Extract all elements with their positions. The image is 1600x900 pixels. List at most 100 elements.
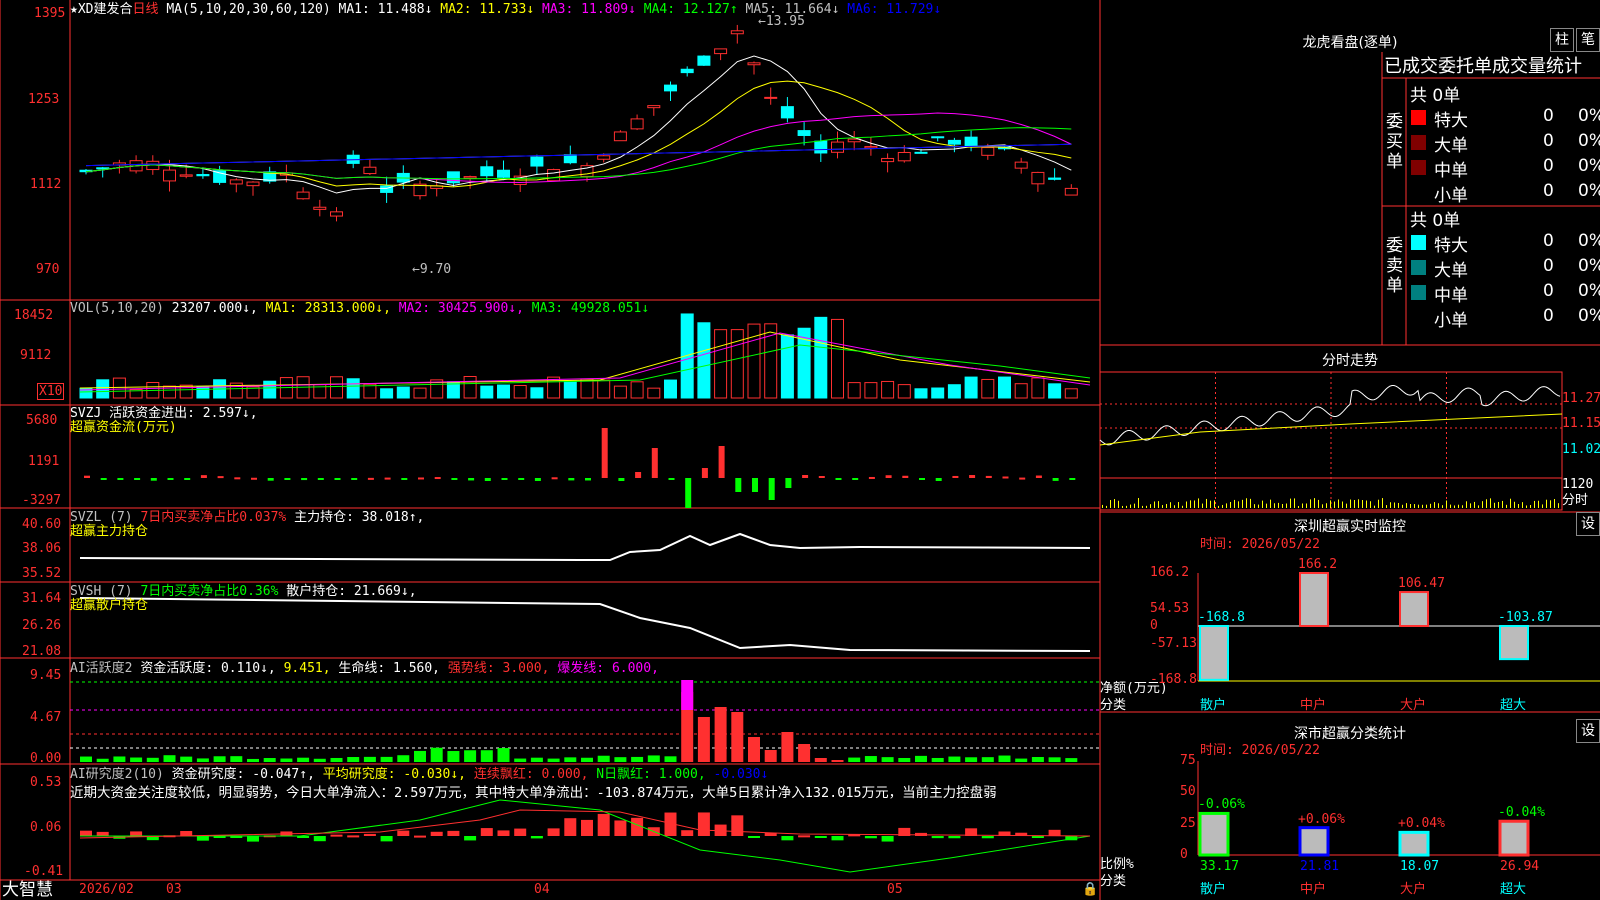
svzj-bar-14 (317, 478, 324, 480)
monitor-value-0: -168.8 (1198, 610, 1245, 625)
lhb-subtitle: 已成交委托单成交量统计 (1384, 56, 1582, 77)
svzj-bar-37 (701, 468, 708, 478)
vol-bar-19 (396, 386, 410, 399)
monitor-bar-1 (1299, 572, 1329, 627)
stats-cat-2: 大户 (1400, 882, 1427, 897)
vol-bar-42 (780, 334, 794, 399)
candle-body-49 (897, 151, 911, 162)
ai1-legend-5: 爆发线: 6.000, (557, 661, 659, 676)
ai2-bar-22 (447, 830, 460, 836)
vol-unit-label: X10 (37, 383, 65, 400)
vol-axis-2: 9112 (20, 348, 52, 363)
vol-bar-45 (831, 318, 844, 399)
fenshi-vol-21 (1186, 501, 1187, 508)
vol-bar-34 (647, 387, 661, 399)
ai1-bar-23 (464, 750, 477, 762)
vol-bar-27 (530, 387, 544, 399)
candle-body-39 (730, 30, 744, 35)
vol-bar-58 (1048, 383, 1062, 399)
candle-body-15 (330, 211, 343, 217)
buy-row-1-name: 大单 (1434, 136, 1468, 156)
vol-bar-24 (480, 385, 494, 399)
sell-swatch-1 (1411, 260, 1426, 275)
fenshi-vol-68 (1374, 505, 1375, 508)
vol-bar-44 (814, 316, 828, 399)
stats-xlabel: 分类 (1100, 874, 1127, 889)
monitor-settings-button[interactable]: 设 (1576, 512, 1600, 536)
candle-body-29 (563, 154, 577, 164)
ai2-axis-2: 0.06 (30, 820, 62, 835)
price-min-label: 9.70 (419, 262, 452, 277)
svzj-bar-50 (919, 478, 925, 480)
fenshi-vol-90 (1462, 505, 1463, 508)
svsh-legend: SVSH (7) 7日内买卖净占比0.36% 散户持仓: 21.669↓, (70, 584, 417, 599)
ai1-bar-58 (1048, 757, 1061, 762)
vol-bar-53 (964, 376, 978, 399)
vol-axis-1: 18452 (14, 308, 54, 323)
ai1-bar-50 (915, 755, 927, 762)
buy-swatch-2 (1411, 160, 1426, 175)
fenshi-vol-19 (1178, 502, 1179, 508)
vol-bar-54 (981, 378, 995, 399)
ai2-bar-36 (681, 830, 694, 836)
fenshi-vol-8 (1134, 503, 1135, 508)
ai1-bar-56 (1015, 758, 1028, 762)
svzj-bar-47 (868, 476, 875, 479)
svzj-bar-55 (1002, 476, 1009, 479)
bar-mode-button[interactable]: 柱 (1550, 28, 1574, 52)
fenshi-vol-33 (1234, 499, 1235, 508)
lock-icon[interactable]: 🔒 (1082, 882, 1098, 897)
svzj-bar-0 (84, 475, 90, 478)
svzj-bar-27 (534, 478, 541, 481)
monitor-value-3: -103.87 (1498, 610, 1553, 625)
buy-row-2-p: 0% (1578, 156, 1600, 176)
stats-cat-0: 散户 (1200, 882, 1227, 897)
fenshi-vol-18 (1174, 505, 1175, 508)
vol-legend-2: MA1: 28313.000↓, (265, 301, 399, 316)
ai1-bar-48 (881, 757, 894, 762)
ai1-bar-30 (581, 757, 593, 762)
fenshi-vol-29 (1218, 505, 1219, 508)
ai2-bar-19 (397, 830, 410, 836)
ai2-bar-40 (748, 836, 760, 838)
svzj-bar-49 (902, 475, 909, 478)
ai2-bar-15 (330, 834, 343, 837)
candle-body-33 (630, 118, 644, 130)
fenshi-vol-56 (1326, 503, 1327, 508)
fenshi-vol-30 (1222, 504, 1223, 508)
stats-value-3: 26.94 (1500, 859, 1540, 874)
fenshi-vol-1 (1106, 505, 1107, 508)
vol-bar-16 (346, 378, 360, 399)
fenshi-vol-89 (1458, 504, 1459, 508)
candle-body-36 (680, 68, 694, 74)
sell-row-0-p: 0% (1578, 231, 1600, 251)
candle-body-14 (313, 206, 327, 210)
fenshi-vol-66 (1366, 500, 1367, 508)
vol-bar-15 (330, 376, 343, 399)
date-label-2: 03 (166, 882, 182, 897)
ai1-axis-1: 9.45 (30, 668, 62, 683)
vol-bar-30 (580, 378, 594, 399)
svsh-axis-3: 21.08 (22, 644, 62, 659)
svzj-bar-56 (1019, 477, 1026, 480)
candle-body-48 (881, 157, 895, 163)
candle-body-47 (864, 146, 878, 149)
fenshi-vol-62 (1350, 499, 1351, 508)
fenshi-vol-88 (1454, 505, 1455, 508)
main-chart-canvas[interactable] (0, 0, 1600, 900)
sell-side-label: 委卖单 (1386, 236, 1403, 296)
vol-bar-49 (897, 384, 911, 399)
sell-swatch-0 (1411, 235, 1426, 250)
ai2-comment: 近期大资金关注度较低，明显弱势，今日大单净流入：2.597万元，其中特大单净流出… (70, 785, 997, 801)
sell-side-c3: 单 (1386, 276, 1403, 296)
candle-body-24 (480, 166, 494, 177)
ai1-bar-15 (330, 757, 343, 762)
ai2-bar-29 (564, 818, 577, 836)
tick-mode-button[interactable]: 笔 (1576, 28, 1600, 52)
fenshi-vol-106 (1526, 505, 1527, 508)
stats-settings-button[interactable]: 设 (1576, 719, 1600, 743)
ai2-bar-14 (313, 836, 326, 842)
monitor-axis-1: 54.53 (1150, 600, 1190, 616)
fenshi-vol-78 (1414, 504, 1415, 508)
fenshi-vol-109 (1538, 500, 1539, 508)
